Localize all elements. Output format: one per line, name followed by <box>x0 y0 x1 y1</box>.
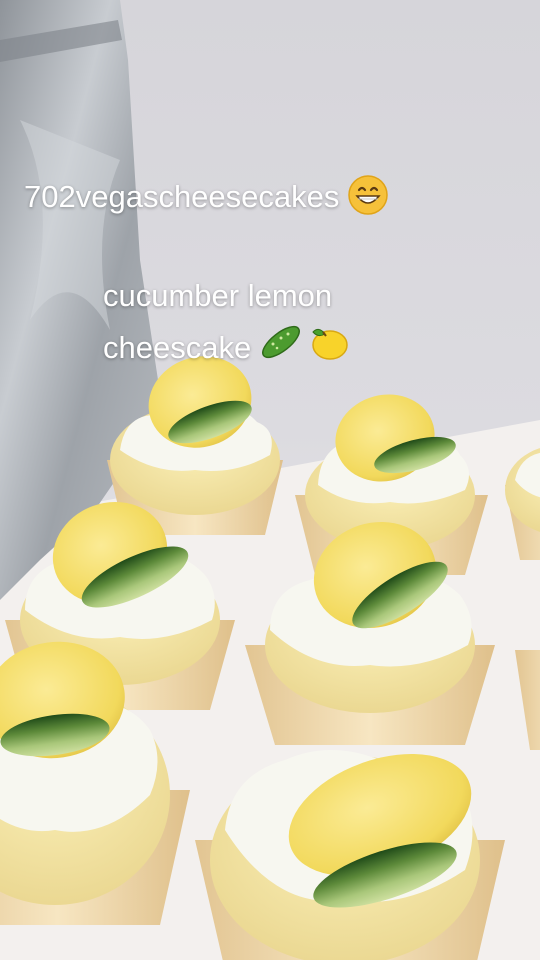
lemon-emoji-icon <box>305 322 349 378</box>
caption-line-2-text: cheescake <box>103 330 252 366</box>
video-caption: cucumber lemon cheescake <box>103 270 349 378</box>
caption-line-2: cheescake <box>103 322 349 378</box>
cheesecake-photo <box>0 0 540 960</box>
creator-handle-text: 702vegascheesecakes <box>24 179 340 215</box>
grinning-face-emoji-icon <box>347 174 389 224</box>
cucumber-emoji-icon <box>259 322 303 378</box>
caption-line-1: cucumber lemon <box>103 278 333 313</box>
creator-handle: 702vegascheesecakes <box>24 174 389 224</box>
